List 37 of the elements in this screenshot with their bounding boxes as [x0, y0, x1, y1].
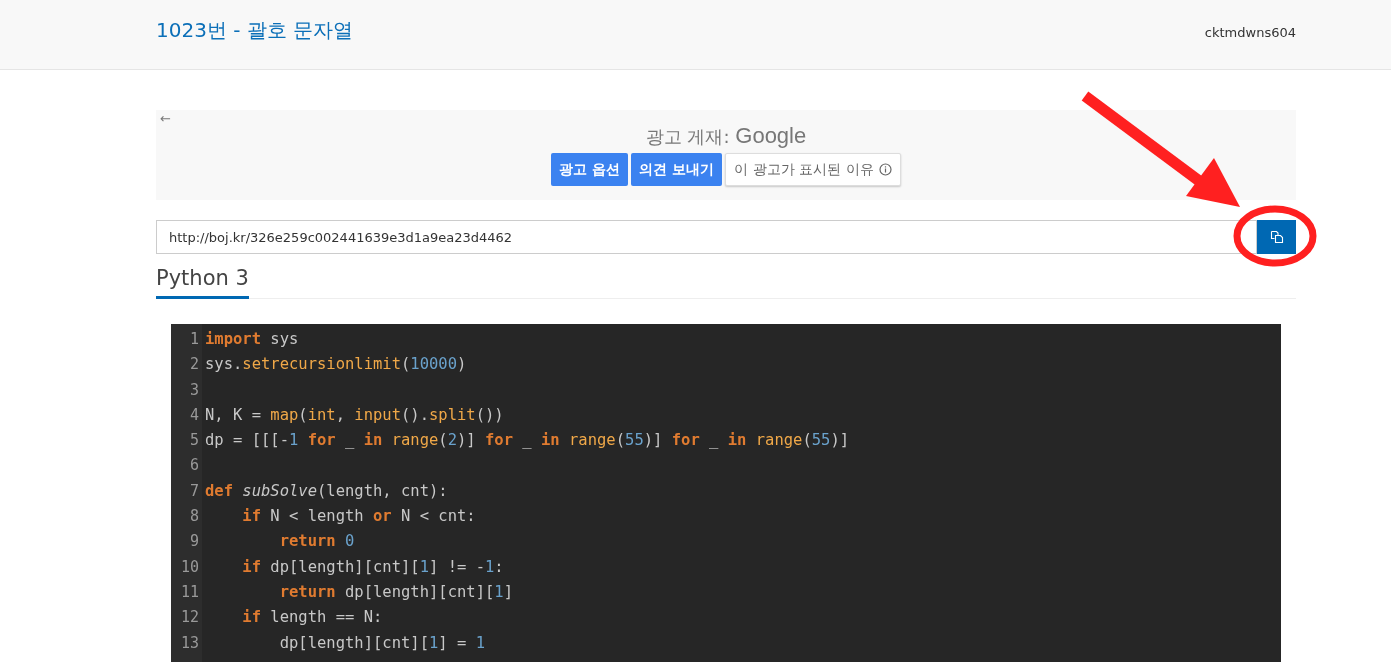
line-number: 5 [188, 430, 200, 452]
line-number: 10 [179, 556, 200, 578]
code-line: import sys [205, 329, 299, 350]
ad-option-button[interactable]: 의견 보내기 [631, 153, 723, 186]
line-number: 11 [179, 581, 200, 603]
code-line: N, K = map(int, input().split()) [205, 404, 504, 426]
problem-title[interactable]: 1023번 - 괄호 문자열 [156, 17, 354, 44]
ad-info-button[interactable]: 이 광고가 표시된 이유 [725, 153, 901, 186]
username-link[interactable]: cktmdwns604 [1204, 25, 1296, 40]
ad-option-button[interactable]: 광고 옵션 [551, 153, 629, 186]
line-number: 6 [188, 455, 200, 477]
code-line: if dp[length][cnt][1] != -1: [241, 556, 504, 578]
line-number: 1 [188, 329, 200, 350]
line-number: 12 [179, 607, 200, 629]
language-tab[interactable]: Python 3 [156, 266, 249, 299]
copy-button[interactable] [1257, 220, 1296, 254]
line-number: 8 [188, 506, 200, 528]
copy-icon [1269, 230, 1284, 244]
code-line: dp[length][cnt][1] = 1 [278, 632, 485, 654]
line-number: 9 [188, 531, 200, 553]
code-line: dp = [[[-1 for _ in range(2)] for _ in range(55)] for _ in range(55)] [205, 430, 850, 452]
ad-label: 광고 게재: [645, 126, 730, 147]
back-arrow[interactable]: ← [160, 111, 171, 126]
line-number: 2 [188, 354, 200, 376]
line-number: 3 [188, 379, 200, 401]
code-line: def subSolve(length, cnt): [205, 480, 448, 502]
share-link-field[interactable]: http://boj.kr/326e259c002441639e3d1a9ea23d4462 [156, 220, 1257, 254]
line-number: 7 [188, 480, 200, 502]
code-line: if length == N: [241, 607, 383, 629]
ad-brand: Google [735, 123, 807, 148]
code-line: if N < length or N < cnt: [241, 506, 476, 528]
code-line: return 0 [278, 531, 355, 553]
line-number: 4 [188, 404, 200, 426]
line-number: 13 [179, 632, 200, 654]
code-line: return dp[length][cnt][1] [278, 581, 513, 603]
info-icon [878, 163, 892, 176]
code-line: sys.setrecursionlimit(10000) [205, 354, 467, 376]
